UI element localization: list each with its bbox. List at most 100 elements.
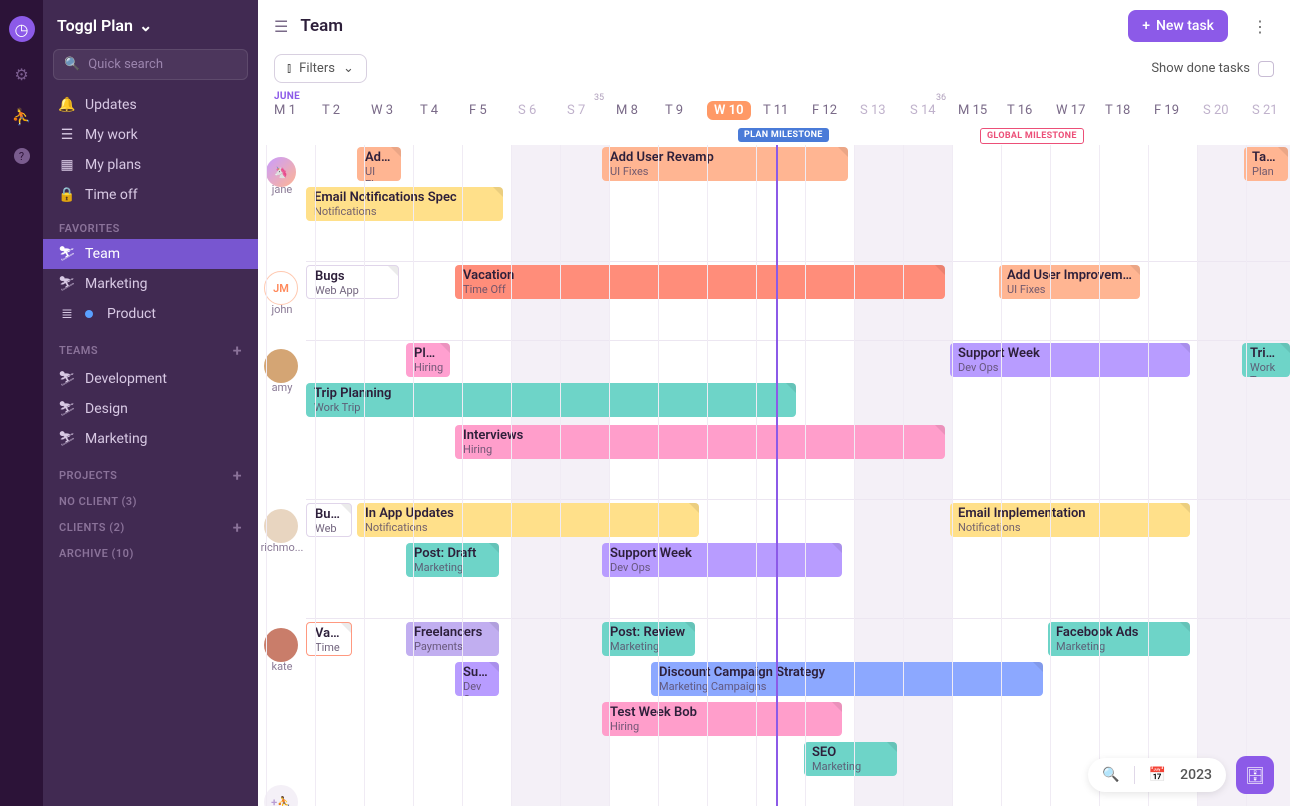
day-column[interactable]: T 4: [420, 103, 438, 118]
day-column[interactable]: S 21: [1252, 103, 1278, 118]
avatar-kate[interactable]: [264, 628, 298, 662]
day-column[interactable]: S 6: [518, 103, 536, 118]
task-card[interactable]: VacatiTime Of: [306, 622, 352, 656]
day-column[interactable]: T 2: [322, 103, 340, 118]
task-card[interactable]: Test Week BobHiring: [602, 702, 842, 736]
help-icon[interactable]: ?: [14, 148, 30, 164]
nav-myplans[interactable]: ▦My plans: [43, 150, 258, 180]
row-divider: [306, 618, 1290, 619]
avatar-john[interactable]: JM: [264, 271, 298, 305]
zoom-year-pill: 🔍 📅 2023: [1088, 758, 1226, 792]
task-card[interactable]: Task nPlan: [1244, 147, 1288, 181]
day-column[interactable]: M 8: [616, 103, 638, 118]
new-task-button[interactable]: +New task: [1128, 10, 1228, 42]
grid-line: [266, 145, 267, 806]
heading-clients[interactable]: CLIENTS (2)+: [43, 512, 258, 541]
task-card[interactable]: Facebook AdsMarketing: [1048, 622, 1190, 656]
nav-updates[interactable]: 🔔Updates: [43, 90, 258, 120]
add-client-icon[interactable]: +: [233, 518, 242, 537]
task-card[interactable]: VacationTime Off: [455, 265, 945, 299]
show-done-toggle[interactable]: Show done tasks: [1151, 61, 1274, 77]
day-column[interactable]: F 12: [812, 103, 837, 118]
grid-line: [952, 145, 953, 806]
plan-milestone-badge[interactable]: PLAN MILESTONE: [738, 128, 829, 142]
day-column[interactable]: T 18: [1105, 103, 1130, 118]
heading-favorites: FAVORITES: [43, 210, 258, 239]
day-column[interactable]: S 20: [1203, 103, 1229, 118]
task-card[interactable]: FreelancersPayments: [406, 622, 499, 656]
heading-teams: TEAMS+: [43, 329, 258, 364]
filters-button[interactable]: ⫾ Filters ⌄: [274, 54, 367, 83]
people-icon[interactable]: ⛹: [12, 106, 32, 126]
add-team-icon[interactable]: +: [233, 341, 242, 360]
day-column[interactable]: W 10: [707, 101, 751, 120]
task-card[interactable]: BugsWeb Ap: [306, 503, 352, 537]
day-column[interactable]: W 3: [371, 103, 393, 118]
archive-button[interactable]: 🗄: [1236, 756, 1274, 794]
grid-line: [854, 145, 855, 806]
search-icon: 🔍: [64, 57, 80, 72]
day-column[interactable]: F 5: [469, 103, 487, 118]
checkbox-icon[interactable]: [1258, 61, 1274, 77]
plus-icon: +: [1142, 18, 1150, 34]
day-column[interactable]: S 13: [860, 103, 886, 118]
day-column[interactable]: M 1: [274, 103, 296, 118]
chevron-down-icon: ⌄: [343, 61, 354, 76]
day-column[interactable]: W 17: [1056, 103, 1085, 118]
team-development[interactable]: ⛷Development: [43, 364, 258, 394]
task-card[interactable]: BugsWeb App: [306, 265, 399, 299]
day-column[interactable]: S 14: [910, 103, 936, 118]
day-column[interactable]: T 11: [763, 103, 788, 118]
team-marketing[interactable]: ⛷Marketing: [43, 424, 258, 454]
task-card[interactable]: Email Notifications SpecNotifications: [306, 187, 503, 221]
team-icon: ⛷: [59, 276, 75, 292]
task-card[interactable]: Add User RevampUI Fixes: [602, 147, 848, 181]
task-card[interactable]: Trip PWork Tr: [1242, 343, 1290, 377]
heading-archive[interactable]: ARCHIVE (10): [43, 541, 258, 564]
settings-icon[interactable]: ⚙: [12, 64, 32, 84]
today-indicator: [776, 145, 778, 806]
fav-marketing[interactable]: ⛷Marketing: [43, 269, 258, 299]
grid-line: [1099, 145, 1100, 806]
global-milestone-badge[interactable]: GLOBAL MILESTONE: [980, 128, 1084, 144]
grid-line: [707, 145, 708, 806]
fav-team[interactable]: ⛷Team: [43, 239, 258, 269]
task-card[interactable]: SEOMarketing: [804, 742, 897, 776]
avatar-amy[interactable]: [264, 349, 298, 383]
search-input[interactable]: 🔍 Quick search: [53, 49, 248, 80]
more-menu-icon[interactable]: ⋮: [1246, 12, 1274, 40]
fav-product[interactable]: ≣Product: [43, 299, 258, 329]
calendar-icon[interactable]: 📅: [1149, 767, 1166, 783]
grid-line: [1246, 145, 1247, 806]
task-card[interactable]: Email ImplementationNotifications: [950, 503, 1190, 537]
nav-mywork[interactable]: ☰My work: [43, 120, 258, 150]
workspace-switcher[interactable]: Toggl Plan ⌄: [43, 0, 258, 45]
task-card[interactable]: Support WeekDev Ops: [950, 343, 1190, 377]
day-column[interactable]: T 9: [665, 103, 683, 118]
menu-icon[interactable]: ☰: [274, 17, 288, 36]
day-column[interactable]: F 19: [1154, 103, 1179, 118]
day-column[interactable]: M 15: [958, 103, 987, 118]
avatar-richmond[interactable]: [264, 509, 298, 543]
task-card[interactable]: Post: DraftMarketing: [406, 543, 499, 577]
task-card[interactable]: Discount Campaign StrategyMarketing Camp…: [651, 662, 1043, 696]
add-project-icon[interactable]: +: [233, 466, 242, 485]
task-card[interactable]: InterviewsHiring: [455, 425, 945, 459]
day-column[interactable]: T 16: [1007, 103, 1032, 118]
search-placeholder: Quick search: [88, 57, 163, 72]
task-card[interactable]: Trip PlanningWork Trip: [306, 383, 796, 417]
task-card[interactable]: Support WeekDev Ops: [602, 543, 842, 577]
heading-noclient[interactable]: NO CLIENT (3): [43, 489, 258, 512]
archive-icon: 🗄: [1245, 766, 1265, 785]
grid-line: [1050, 145, 1051, 806]
team-design[interactable]: ⛷Design: [43, 394, 258, 424]
app-logo-icon[interactable]: ◷: [9, 16, 35, 42]
year-label[interactable]: 2023: [1180, 767, 1212, 783]
task-card[interactable]: Post: ReviewMarketing: [602, 622, 695, 656]
task-card[interactable]: In App UpdatesNotifications: [357, 503, 699, 537]
nav-timeoff[interactable]: 🔒Time off: [43, 180, 258, 210]
zoom-icon[interactable]: 🔍: [1102, 767, 1119, 783]
lock-icon: 🔒: [59, 187, 75, 203]
day-column[interactable]: S 7: [567, 103, 585, 118]
task-card[interactable]: Add User ImprovementUI Fixes: [999, 265, 1140, 299]
